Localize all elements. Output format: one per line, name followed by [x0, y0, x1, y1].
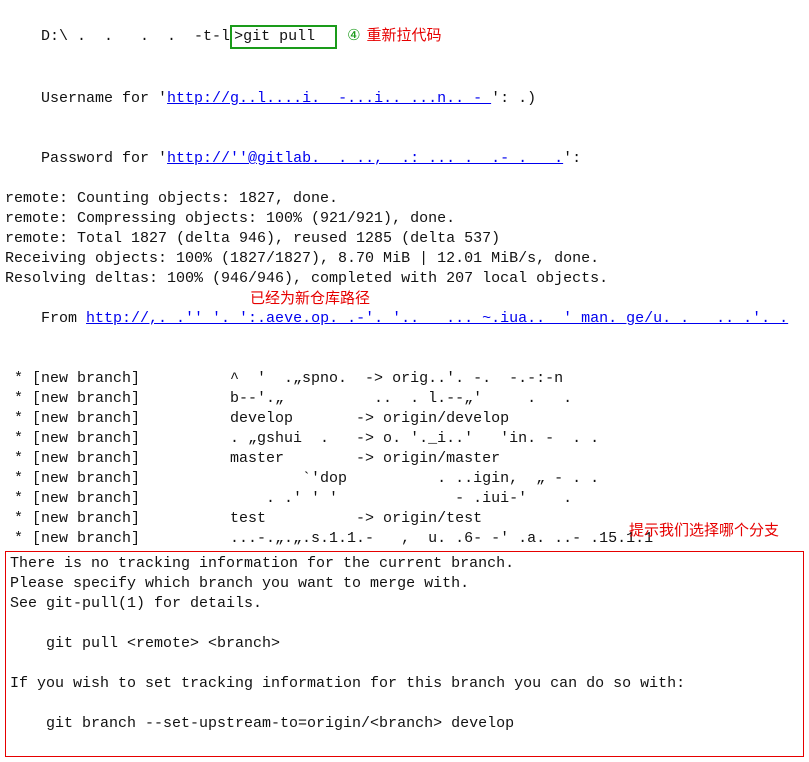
username-url[interactable]: http://g..l....i. -...i.. ...n.. - — [167, 90, 491, 107]
remote-line: remote: Counting objects: 1827, done. — [5, 189, 804, 209]
annotation-select-branch: 提示我们选择哪个分支 — [629, 521, 779, 541]
cmd-suggest: git branch --set-upstream-to=origin/<bra… — [10, 714, 799, 734]
branch-line: * [new branch] develop -> origin/develop — [5, 409, 804, 429]
password-line: Password for 'http://''@gitlab. . .., .:… — [5, 129, 804, 189]
branch-line: * [new branch] `'dop . ..igin, „ - . . — [5, 469, 804, 489]
username-tail: ': .) — [491, 90, 536, 107]
branch-line: * [new branch] master -> origin/master — [5, 449, 804, 469]
resolving-line: Resolving deltas: 100% (946/946), comple… — [5, 269, 804, 289]
branch-line: * [new branch] . .' ' ' - .iui-' . — [5, 489, 804, 509]
remote-line: remote: Total 1827 (delta 946), reused 1… — [5, 229, 804, 249]
step-num-icon: ④ — [347, 26, 360, 46]
branch-line: * [new branch] ^ ' .„spno. -> orig..'. -… — [5, 369, 804, 389]
msg-line: If you wish to set tracking information … — [10, 674, 799, 694]
username-label: Username for ' — [41, 90, 167, 107]
cmd-line: D:\ . . . . -t-l>git pull ④ 重新拉代码 — [5, 5, 804, 69]
blank-line — [10, 614, 799, 634]
password-label: Password for ' — [41, 150, 167, 167]
password-tail: ': — [563, 150, 581, 167]
branch-line: * [new branch] . „gshui . -> o. '._i..' … — [5, 429, 804, 449]
blank-line — [10, 694, 799, 714]
blank-line — [10, 734, 799, 754]
from-label: From — [41, 310, 86, 327]
cmd-suggest: git pull <remote> <branch> — [10, 634, 799, 654]
blank-line — [10, 654, 799, 674]
path-prompt: D:\ — [41, 28, 77, 45]
last-branch-wrap: * [new branch] ...-.„.„.s.1.1.- , u. .6-… — [5, 529, 804, 549]
password-url[interactable]: http://''@gitlab. . .., .: ... . .- . . — [167, 150, 563, 167]
msg-line: There is no tracking information for the… — [10, 554, 799, 574]
from-url[interactable]: http://,. .'' '. ':.aeve.op. .-'. '.. ..… — [86, 310, 788, 327]
branch-line: * [new branch] b--'.„ .. . l.--„' . . — [5, 389, 804, 409]
tracking-info-box: There is no tracking information for the… — [5, 551, 804, 757]
receiving-line: Receiving objects: 100% (1827/1827), 8.7… — [5, 249, 804, 269]
annotation-repo-path: 已经为新仓库路径 — [250, 289, 370, 309]
terminal-output: D:\ . . . . -t-l>git pull ④ 重新拉代码 Usernam… — [5, 5, 804, 757]
msg-line: See git-pull(1) for details. — [10, 594, 799, 614]
annotation-pull: 重新拉代码 — [367, 28, 442, 44]
remote-line: remote: Compressing objects: 100% (921/9… — [5, 209, 804, 229]
username-line: Username for 'http://g..l....i. -...i.. … — [5, 69, 804, 129]
git-pull-command: >git pull — [230, 25, 337, 49]
msg-line: Please specify which branch you want to … — [10, 574, 799, 594]
obscured-path: . . . . -t-l — [77, 28, 230, 45]
from-line: From http://,. .'' '. ':.aeve.op. .-'. '… — [5, 289, 804, 369]
